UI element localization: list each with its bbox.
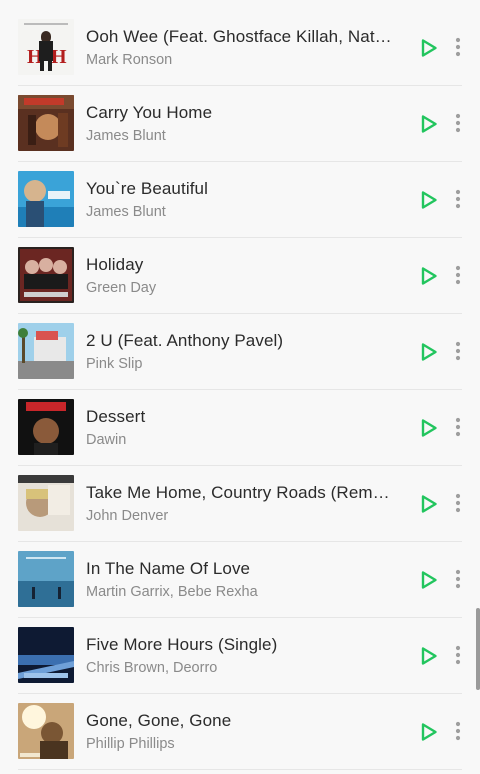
more-options-button[interactable]: [448, 339, 468, 363]
song-title: Holiday: [86, 255, 144, 274]
vertical-dots-icon: [455, 265, 461, 285]
album-art: [18, 95, 74, 151]
song-title: Take Me Home, Country Roads (Rem…: [86, 483, 390, 502]
play-icon: [421, 495, 437, 513]
song-row[interactable]: Carry You Home James Blunt: [0, 86, 480, 162]
song-artist: Mark Ronson: [86, 52, 173, 68]
album-art: [18, 399, 74, 455]
more-options-button[interactable]: [448, 187, 468, 211]
play-icon: [421, 115, 437, 133]
album-art: [18, 475, 74, 531]
song-artist: John Denver: [86, 508, 169, 524]
song-row[interactable]: Five More Hours (Single) Chris Brown, De…: [0, 618, 480, 694]
more-options-button[interactable]: [448, 719, 468, 743]
song-artist: Phillip Phillips: [86, 736, 175, 752]
album-art: [18, 551, 74, 607]
play-button[interactable]: [418, 644, 440, 668]
song-artist: Chris Brown, Deorro: [86, 660, 218, 676]
vertical-dots-icon: [455, 113, 461, 133]
more-options-button[interactable]: [448, 567, 468, 591]
play-button[interactable]: [418, 112, 440, 136]
vertical-dots-icon: [455, 569, 461, 589]
play-icon: [421, 343, 437, 361]
play-button[interactable]: [418, 568, 440, 592]
scrollbar[interactable]: [476, 608, 480, 690]
song-row[interactable]: Dessert Dawin: [0, 390, 480, 466]
album-art: [18, 247, 74, 303]
vertical-dots-icon: [455, 721, 461, 741]
vertical-dots-icon: [455, 37, 461, 57]
play-button[interactable]: [418, 340, 440, 364]
song-title: Ooh Wee (Feat. Ghostface Killah, Nat…: [86, 27, 392, 46]
more-options-button[interactable]: [448, 263, 468, 287]
vertical-dots-icon: [455, 341, 461, 361]
play-icon: [421, 571, 437, 589]
vertical-dots-icon: [455, 493, 461, 513]
song-artist: Martin Garrix, Bebe Rexha: [86, 584, 258, 600]
song-row[interactable]: Gone, Gone, Gone Phillip Phillips: [0, 694, 480, 770]
play-button[interactable]: [418, 36, 440, 60]
more-options-button[interactable]: [448, 491, 468, 515]
play-icon: [421, 647, 437, 665]
song-title: In The Name Of Love: [86, 559, 251, 578]
play-button[interactable]: [418, 720, 440, 744]
album-art: [18, 627, 74, 683]
album-art: H H: [18, 19, 74, 75]
more-options-button[interactable]: [448, 111, 468, 135]
song-title: You`re Beautiful: [86, 179, 208, 198]
play-icon: [421, 191, 437, 209]
song-title: Dessert: [86, 407, 146, 426]
song-row[interactable]: Holiday Green Day: [0, 238, 480, 314]
album-art: [18, 171, 74, 227]
song-title: Carry You Home: [86, 103, 213, 122]
album-art: [18, 323, 74, 379]
play-icon: [421, 723, 437, 741]
more-options-button[interactable]: [448, 35, 468, 59]
song-title: Five More Hours (Single): [86, 635, 278, 654]
album-art: [18, 703, 74, 759]
play-button[interactable]: [418, 188, 440, 212]
play-icon: [421, 267, 437, 285]
vertical-dots-icon: [455, 417, 461, 437]
song-row[interactable]: You`re Beautiful James Blunt: [0, 162, 480, 238]
vertical-dots-icon: [455, 645, 461, 665]
song-list: H H Ooh Wee (Feat. Ghostface Killah, Nat…: [0, 10, 480, 770]
svg-text:H: H: [51, 46, 67, 68]
play-icon: [421, 419, 437, 437]
vertical-dots-icon: [455, 189, 461, 209]
song-row[interactable]: In The Name Of Love Martin Garrix, Bebe …: [0, 542, 480, 618]
song-artist: Green Day: [86, 280, 157, 296]
song-artist: James Blunt: [86, 128, 166, 144]
play-button[interactable]: [418, 416, 440, 440]
song-row[interactable]: 2 U (Feat. Anthony Pavel) Pink Slip: [0, 314, 480, 390]
play-button[interactable]: [418, 264, 440, 288]
more-options-button[interactable]: [448, 415, 468, 439]
song-title: 2 U (Feat. Anthony Pavel): [86, 331, 284, 350]
song-row[interactable]: H H Ooh Wee (Feat. Ghostface Killah, Nat…: [0, 10, 480, 86]
song-artist: Pink Slip: [86, 356, 143, 372]
song-title: Gone, Gone, Gone: [86, 711, 232, 730]
song-artist: Dawin: [86, 432, 127, 448]
song-row[interactable]: Take Me Home, Country Roads (Rem… John D…: [0, 466, 480, 542]
play-button[interactable]: [418, 492, 440, 516]
play-icon: [421, 39, 437, 57]
song-artist: James Blunt: [86, 204, 166, 220]
more-options-button[interactable]: [448, 643, 468, 667]
